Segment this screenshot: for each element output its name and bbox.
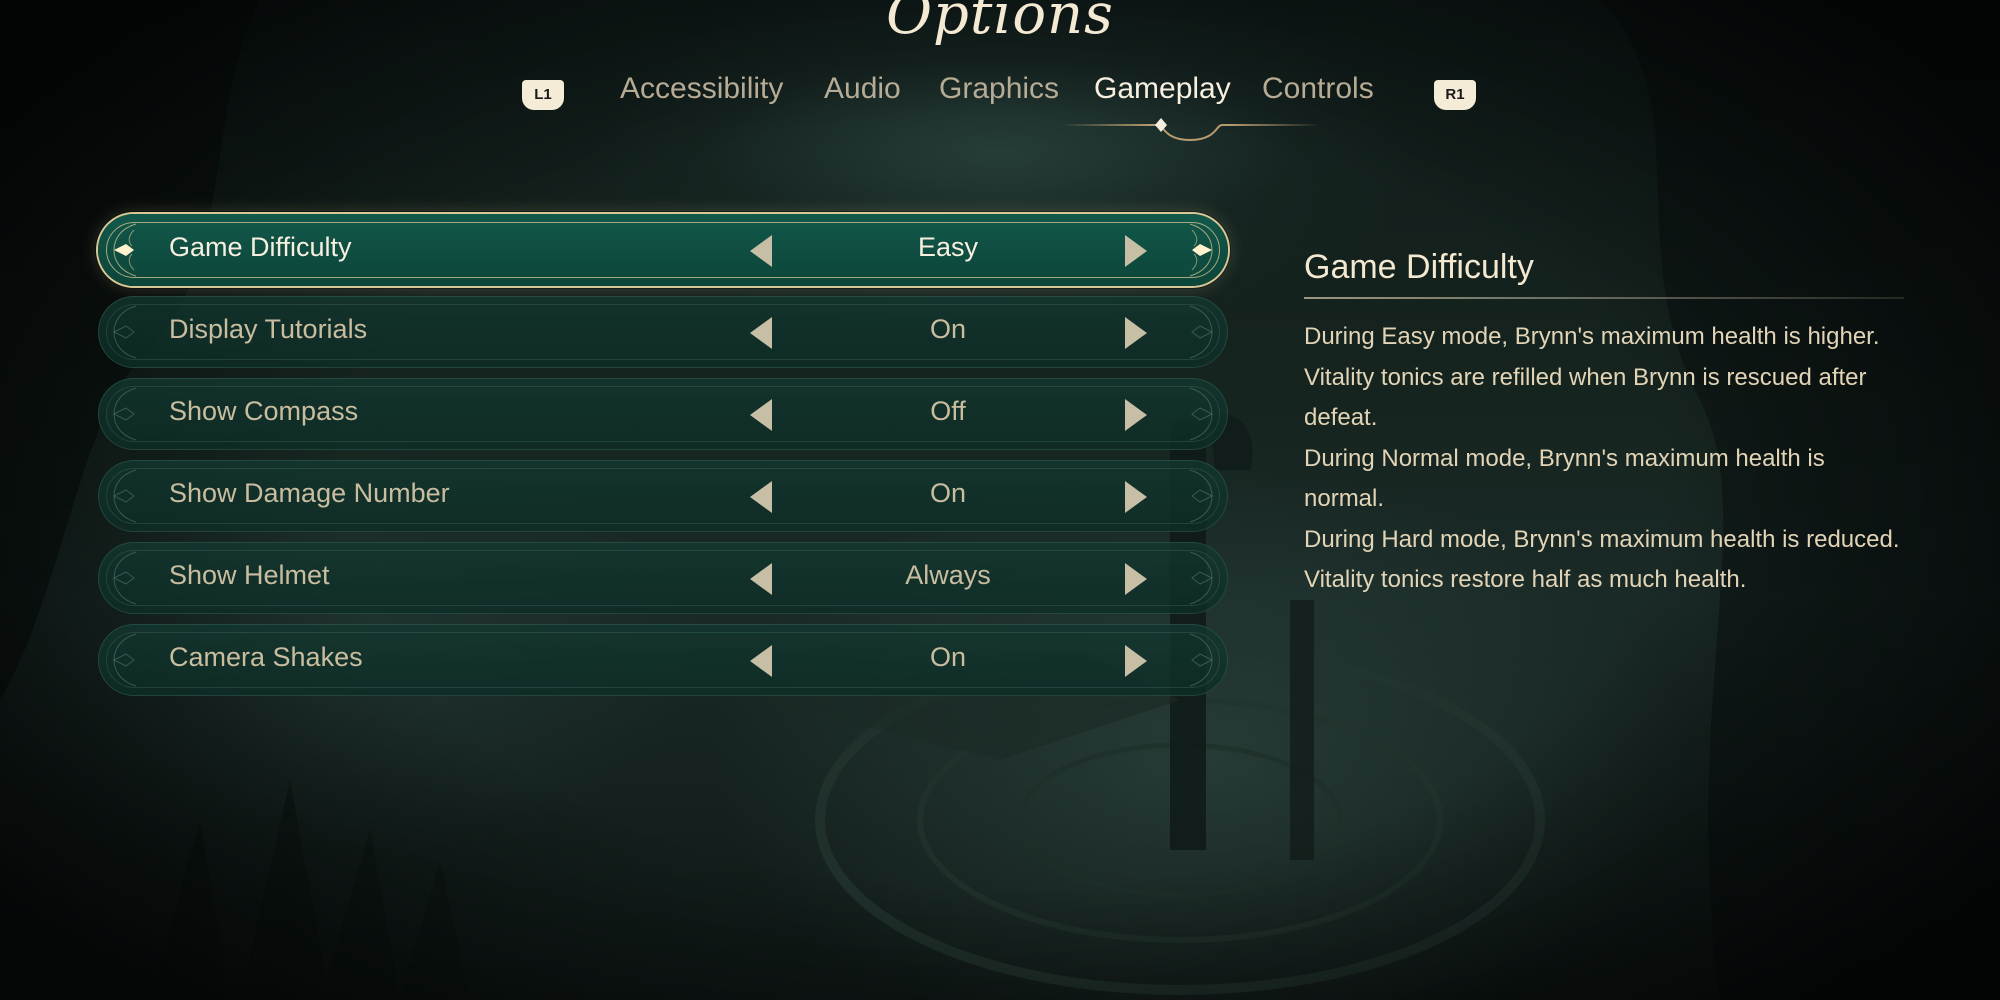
left-ornament-icon <box>112 305 137 359</box>
left-ornament-icon <box>112 469 137 523</box>
description-divider <box>1304 297 1904 299</box>
setting-label: Camera Shakes <box>169 642 363 672</box>
left-ornament-icon <box>112 551 137 605</box>
caret-right-icon[interactable] <box>1121 479 1151 515</box>
description-paragraph-normal: During Normal mode, Brynn's maximum heal… <box>1304 444 1825 513</box>
setting-row-game-difficulty[interactable]: Game Difficulty Easy <box>98 214 1228 286</box>
diamond-marker-icon <box>114 244 134 256</box>
left-ornament-icon <box>113 223 137 277</box>
tab-accessibility[interactable]: Accessibility <box>620 72 783 106</box>
caret-left-icon[interactable] <box>746 643 776 679</box>
setting-value: On <box>929 314 967 344</box>
next-tab-button[interactable]: R1 <box>1434 80 1476 110</box>
setting-value: On <box>929 642 967 672</box>
setting-label: Game Difficulty <box>169 232 352 262</box>
right-ornament-icon <box>1189 551 1214 605</box>
right-ornament-icon <box>1189 633 1214 687</box>
description-body: During Easy mode, Brynn's maximum health… <box>1304 317 1904 601</box>
right-ornament-icon <box>1189 223 1213 277</box>
description-panel: Game Difficulty During Easy mode, Brynn'… <box>1304 248 1904 601</box>
active-tab-indicator <box>1060 118 1320 142</box>
left-ornament-icon <box>112 633 137 687</box>
description-paragraph-easy: During Easy mode, Brynn's maximum health… <box>1304 323 1880 431</box>
page-title: Options <box>886 0 1114 47</box>
setting-label: Show Compass <box>169 396 359 426</box>
caret-left-icon[interactable] <box>746 479 776 515</box>
setting-row-display-tutorials[interactable]: Display Tutorials On <box>98 296 1228 368</box>
right-ornament-icon <box>1189 305 1214 359</box>
caret-left-icon[interactable] <box>746 561 776 597</box>
diamond-marker-icon <box>1192 244 1212 256</box>
caret-right-icon[interactable] <box>1121 397 1151 433</box>
tab-gameplay[interactable]: Gameplay <box>1094 72 1231 106</box>
setting-row-camera-shakes[interactable]: Camera Shakes On <box>98 624 1228 696</box>
setting-value: Always <box>905 560 991 590</box>
setting-label: Show Helmet <box>169 560 330 590</box>
setting-label: Display Tutorials <box>169 314 368 344</box>
setting-row-show-compass[interactable]: Show Compass Off <box>98 378 1228 450</box>
caret-right-icon[interactable] <box>1121 643 1151 679</box>
setting-row-show-damage-number[interactable]: Show Damage Number On <box>98 460 1228 532</box>
setting-row-show-helmet[interactable]: Show Helmet Always <box>98 542 1228 614</box>
right-ornament-icon <box>1189 387 1214 441</box>
tab-graphics[interactable]: Graphics <box>939 72 1059 106</box>
description-title: Game Difficulty <box>1304 248 1534 286</box>
setting-value: On <box>929 478 967 508</box>
tab-controls[interactable]: Controls <box>1262 72 1374 106</box>
tab-audio[interactable]: Audio <box>824 72 901 106</box>
caret-left-icon[interactable] <box>746 233 776 269</box>
setting-value: Easy <box>917 232 979 262</box>
setting-label: Show Damage Number <box>169 478 450 508</box>
setting-value: Off <box>930 396 966 426</box>
caret-left-icon[interactable] <box>746 315 776 351</box>
description-paragraph-hard: During Hard mode, Brynn's maximum health… <box>1304 525 1900 594</box>
options-tab-bar: L1 Accessibility Audio Graphics Gameplay… <box>0 72 2000 116</box>
caret-right-icon[interactable] <box>1121 561 1151 597</box>
left-ornament-icon <box>112 387 137 441</box>
caret-right-icon[interactable] <box>1121 233 1151 269</box>
right-ornament-icon <box>1189 469 1214 523</box>
caret-left-icon[interactable] <box>746 397 776 433</box>
caret-right-icon[interactable] <box>1121 315 1151 351</box>
prev-tab-button[interactable]: L1 <box>522 80 564 110</box>
